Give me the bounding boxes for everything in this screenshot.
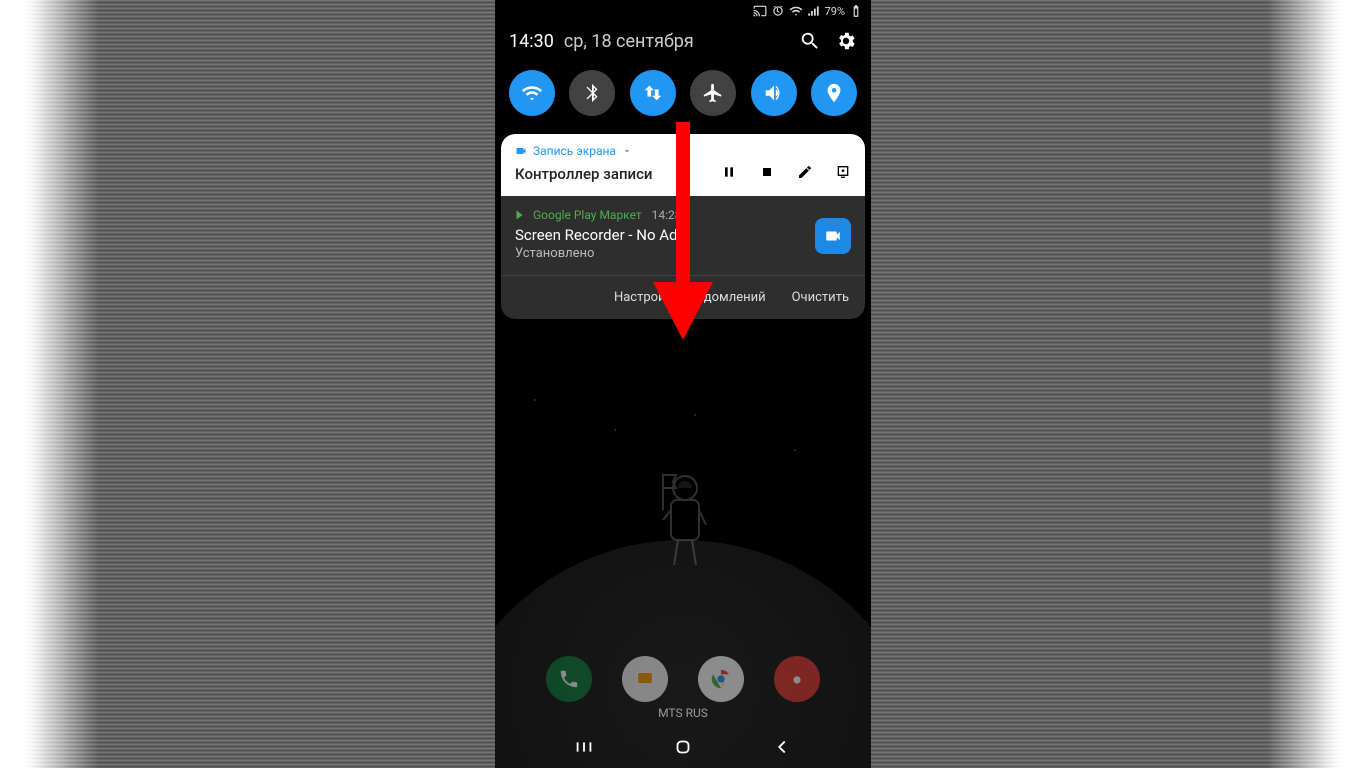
installed-app-icon[interactable]: [815, 218, 851, 254]
carrier-label: MTS RUS: [495, 706, 871, 720]
quick-settings-header: 14:30 ср, 18 сентября: [495, 22, 871, 64]
data-transfer-icon: [642, 82, 664, 104]
wifi-icon: [789, 4, 803, 18]
notification-shade: Запись экрана Контроллер записи G: [495, 134, 871, 319]
edit-button[interactable]: [797, 164, 813, 184]
background-static-right: [871, 0, 1366, 768]
pause-button[interactable]: [721, 164, 737, 184]
notifications-card: Запись экрана Контроллер записи G: [501, 134, 865, 319]
location-icon: [823, 82, 845, 104]
airplane-icon: [702, 82, 724, 104]
clock-time: 14:30: [509, 31, 554, 52]
toggle-location[interactable]: [811, 70, 857, 116]
status-bar: 79%: [495, 0, 871, 22]
toggle-bluetooth[interactable]: [569, 70, 615, 116]
signal-icon: [807, 4, 821, 18]
search-icon[interactable]: [799, 30, 821, 52]
navigation-bar: [495, 726, 871, 768]
battery-icon: [849, 4, 863, 18]
toggle-sound[interactable]: [751, 70, 797, 116]
play-app-name: Google Play Маркет: [533, 208, 642, 222]
play-store-icon: [515, 209, 527, 221]
alarm-icon: [771, 4, 785, 18]
notification-footer: Настройки уведомлений Очистить: [501, 275, 865, 319]
toggle-airplane[interactable]: [690, 70, 736, 116]
wifi-icon: [521, 82, 543, 104]
recorder-title: Контроллер записи: [515, 165, 652, 183]
recorder-app-name: Запись экрана: [533, 144, 616, 158]
toggle-mobile-data[interactable]: [630, 70, 676, 116]
camcorder-icon: [515, 145, 527, 157]
front-camera-button[interactable]: [835, 164, 851, 184]
clear-all-button[interactable]: Очистить: [792, 290, 849, 305]
camcorder-icon: [824, 227, 842, 245]
notification-screen-recorder[interactable]: Запись экрана Контроллер записи: [501, 134, 865, 196]
toggle-wifi[interactable]: [509, 70, 555, 116]
stop-button[interactable]: [759, 164, 775, 184]
home-button[interactable]: [672, 736, 694, 758]
gear-icon[interactable]: [835, 30, 857, 52]
battery-percent: 79%: [825, 5, 845, 18]
recents-button[interactable]: [573, 736, 595, 758]
chevron-down-icon[interactable]: [622, 146, 632, 156]
play-subtitle: Установлено: [515, 246, 851, 261]
bluetooth-icon: [581, 82, 603, 104]
astronaut-illustration: [638, 470, 728, 584]
quick-toggles-row: [495, 64, 871, 134]
notification-settings-button[interactable]: Настройки уведомлений: [614, 290, 766, 305]
phone-screenshot: 79% 14:30 ср, 18 сентября: [495, 0, 871, 768]
play-title: Screen Recorder - No Ads: [515, 226, 851, 244]
cast-icon: [753, 4, 767, 18]
volume-icon: [763, 82, 785, 104]
back-button[interactable]: [771, 736, 793, 758]
background-static-left: [0, 0, 495, 768]
date-label: ср, 18 сентября: [564, 31, 694, 52]
notification-google-play[interactable]: Google Play Маркет 14:28 Screen Recorder…: [501, 196, 865, 275]
play-timestamp: 14:28: [652, 208, 682, 222]
